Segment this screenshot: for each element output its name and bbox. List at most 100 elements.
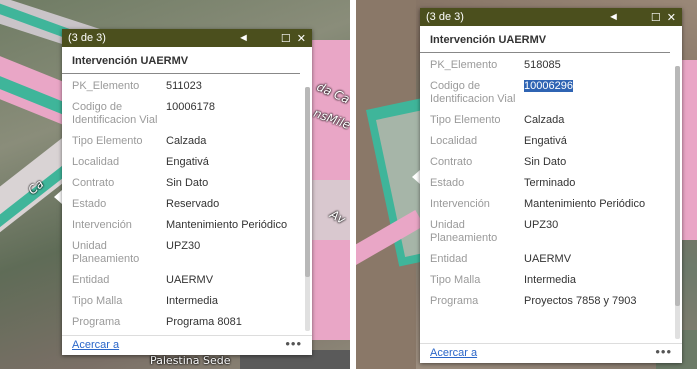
table-row: Programa Programa 8081: [70, 314, 296, 335]
attribute-value: Calzada: [524, 114, 565, 126]
attribute-table: PK_Elemento 518085 Codigo de Identificaci…: [428, 57, 666, 314]
attribute-value: UPZ30: [166, 240, 201, 252]
attribute-value: Intermedia: [524, 274, 576, 286]
right-screenshot-panel: (3 de 3) ◄ ☐ ✕ Intervención UAERMV PK_El…: [356, 0, 697, 369]
more-options-icon[interactable]: •••: [655, 344, 672, 359]
attribute-key: Contrato: [72, 177, 115, 189]
previous-icon[interactable]: ◄: [608, 11, 619, 23]
attribute-table: PK_Elemento 511023 Codigo de Identificaci…: [70, 78, 296, 335]
info-popup: (3 de 3) ◄ ☐ ✕ Intervención UAERMV PK_El…: [420, 8, 682, 363]
table-row: Codigo de Identificacion Vial 10006296: [428, 78, 666, 112]
attribute-value: 518085: [524, 59, 561, 71]
attribute-value: Sin Dato: [166, 177, 209, 189]
popup-header: (3 de 3) ◄ ☐ ✕: [420, 8, 682, 26]
table-row: Programa Proyectos 7858 y 7903: [428, 293, 666, 314]
table-row: Tipo Elemento Calzada: [70, 133, 296, 154]
attribute-value: Mantenimiento Periódico: [166, 219, 288, 231]
popup-header: (3 de 3) ◄ ☐ ✕: [62, 29, 312, 47]
table-row: Tipo Malla Intermedia: [70, 293, 296, 314]
attribute-key: PK_Elemento: [430, 59, 498, 71]
table-row: Codigo de Identificacion Vial 10006178: [70, 99, 296, 133]
attribute-value-cell: 10006296: [522, 78, 666, 112]
attribute-key: Entidad: [430, 253, 468, 265]
table-row: Estado Terminado: [428, 175, 666, 196]
feature-counter: (3 de 3): [426, 11, 464, 23]
table-row: Estado Reservado: [70, 196, 296, 217]
attribute-key: Programa: [430, 295, 479, 307]
attribute-key: Estado: [72, 198, 107, 210]
table-row: Localidad Engativá: [428, 133, 666, 154]
attribute-key: Unidad Planeamiento: [430, 219, 498, 244]
popup-body[interactable]: Intervención UAERMV PK_Elemento 511023 Co…: [62, 47, 312, 355]
maximize-icon[interactable]: ☐: [651, 11, 661, 24]
attribute-key: Entidad: [72, 274, 110, 286]
popup-title: Intervención UAERMV: [420, 26, 670, 53]
table-row: Entidad UAERMV: [428, 251, 666, 272]
more-options-icon[interactable]: •••: [285, 336, 302, 351]
table-row: Unidad Planeamiento UPZ30: [70, 238, 296, 272]
attribute-key: Intervención: [72, 219, 132, 231]
attribute-key: Localidad: [430, 135, 478, 147]
popup-title: Intervención UAERMV: [62, 47, 300, 74]
zoom-to-link[interactable]: Acercar a: [430, 347, 477, 359]
table-row: Tipo Elemento Calzada: [428, 112, 666, 133]
info-popup: (3 de 3) ◄ ☐ ✕ Intervención UAERMV PK_El…: [62, 29, 312, 355]
attribute-key: Tipo Elemento: [430, 114, 501, 126]
selected-attribute-value[interactable]: 10006296: [524, 80, 573, 92]
table-row: Contrato Sin Dato: [70, 175, 296, 196]
attribute-value: Intermedia: [166, 295, 218, 307]
feature-counter: (3 de 3): [68, 32, 106, 44]
attribute-key: Codigo de Identificacion Vial: [72, 101, 158, 126]
table-row: PK_Elemento 518085: [428, 57, 666, 78]
table-row: Intervención Mantenimiento Periódico: [428, 196, 666, 217]
attribute-key: Tipo Malla: [72, 295, 123, 307]
attribute-value: Terminado: [524, 177, 576, 189]
attribute-value: UAERMV: [166, 274, 214, 286]
close-icon[interactable]: ✕: [297, 32, 306, 45]
popup-pointer: [412, 170, 420, 184]
attribute-key: Estado: [430, 177, 465, 189]
table-row: PK_Elemento 511023: [70, 78, 296, 99]
popup-footer: Acercar a •••: [420, 343, 682, 363]
attribute-value: Mantenimiento Periódico: [524, 198, 646, 210]
attribute-key: Codigo de Identificacion Vial: [430, 80, 516, 105]
attribute-value: Programa 8081: [166, 316, 242, 328]
table-row: Entidad UAERMV: [70, 272, 296, 293]
popup-footer: Acercar a •••: [62, 335, 312, 355]
attribute-value: Sin Dato: [524, 156, 567, 168]
attribute-value: Reservado: [166, 198, 220, 210]
attribute-key: Tipo Malla: [430, 274, 481, 286]
attribute-value: 511023: [166, 80, 202, 92]
attribute-value: Engativá: [524, 135, 567, 147]
attribute-value: Engativá: [166, 156, 209, 168]
attribute-value: Calzada: [166, 135, 207, 147]
attribute-key: Contrato: [430, 156, 473, 168]
attribute-value: 10006178: [166, 101, 215, 113]
popup-pointer: [54, 190, 62, 204]
attribute-key: Localidad: [72, 156, 120, 168]
scrollbar[interactable]: [305, 87, 310, 331]
zoom-to-link[interactable]: Acercar a: [72, 339, 119, 351]
attribute-value: UPZ30: [524, 219, 559, 231]
scrollbar[interactable]: [675, 66, 680, 339]
attribute-key: Intervención: [430, 198, 490, 210]
table-row: Contrato Sin Dato: [428, 154, 666, 175]
table-row: Unidad Planeamiento UPZ30: [428, 217, 666, 251]
scrollbar-thumb[interactable]: [675, 66, 680, 306]
scrollbar-thumb[interactable]: [305, 87, 310, 277]
attribute-value: UAERMV: [524, 253, 572, 265]
attribute-key: Programa: [72, 316, 121, 328]
attribute-value: Proyectos 7858 y 7903: [524, 295, 637, 307]
close-icon[interactable]: ✕: [667, 11, 676, 24]
attribute-key: PK_Elemento: [72, 80, 140, 92]
popup-body[interactable]: Intervención UAERMV PK_Elemento 518085 Co…: [420, 26, 682, 363]
attribute-key: Unidad Planeamiento: [72, 240, 140, 265]
table-row: Intervención Mantenimiento Periódico: [70, 217, 296, 238]
previous-icon[interactable]: ◄: [238, 32, 249, 44]
maximize-icon[interactable]: ☐: [281, 32, 291, 45]
attribute-key: Tipo Elemento: [72, 135, 143, 147]
map-road-label: Palestina Sede: [150, 354, 231, 367]
table-row: Tipo Malla Intermedia: [428, 272, 666, 293]
left-screenshot-panel: da Ca nsMile Av Ca Palestina Sede (3 de …: [0, 0, 350, 369]
table-row: Localidad Engativá: [70, 154, 296, 175]
